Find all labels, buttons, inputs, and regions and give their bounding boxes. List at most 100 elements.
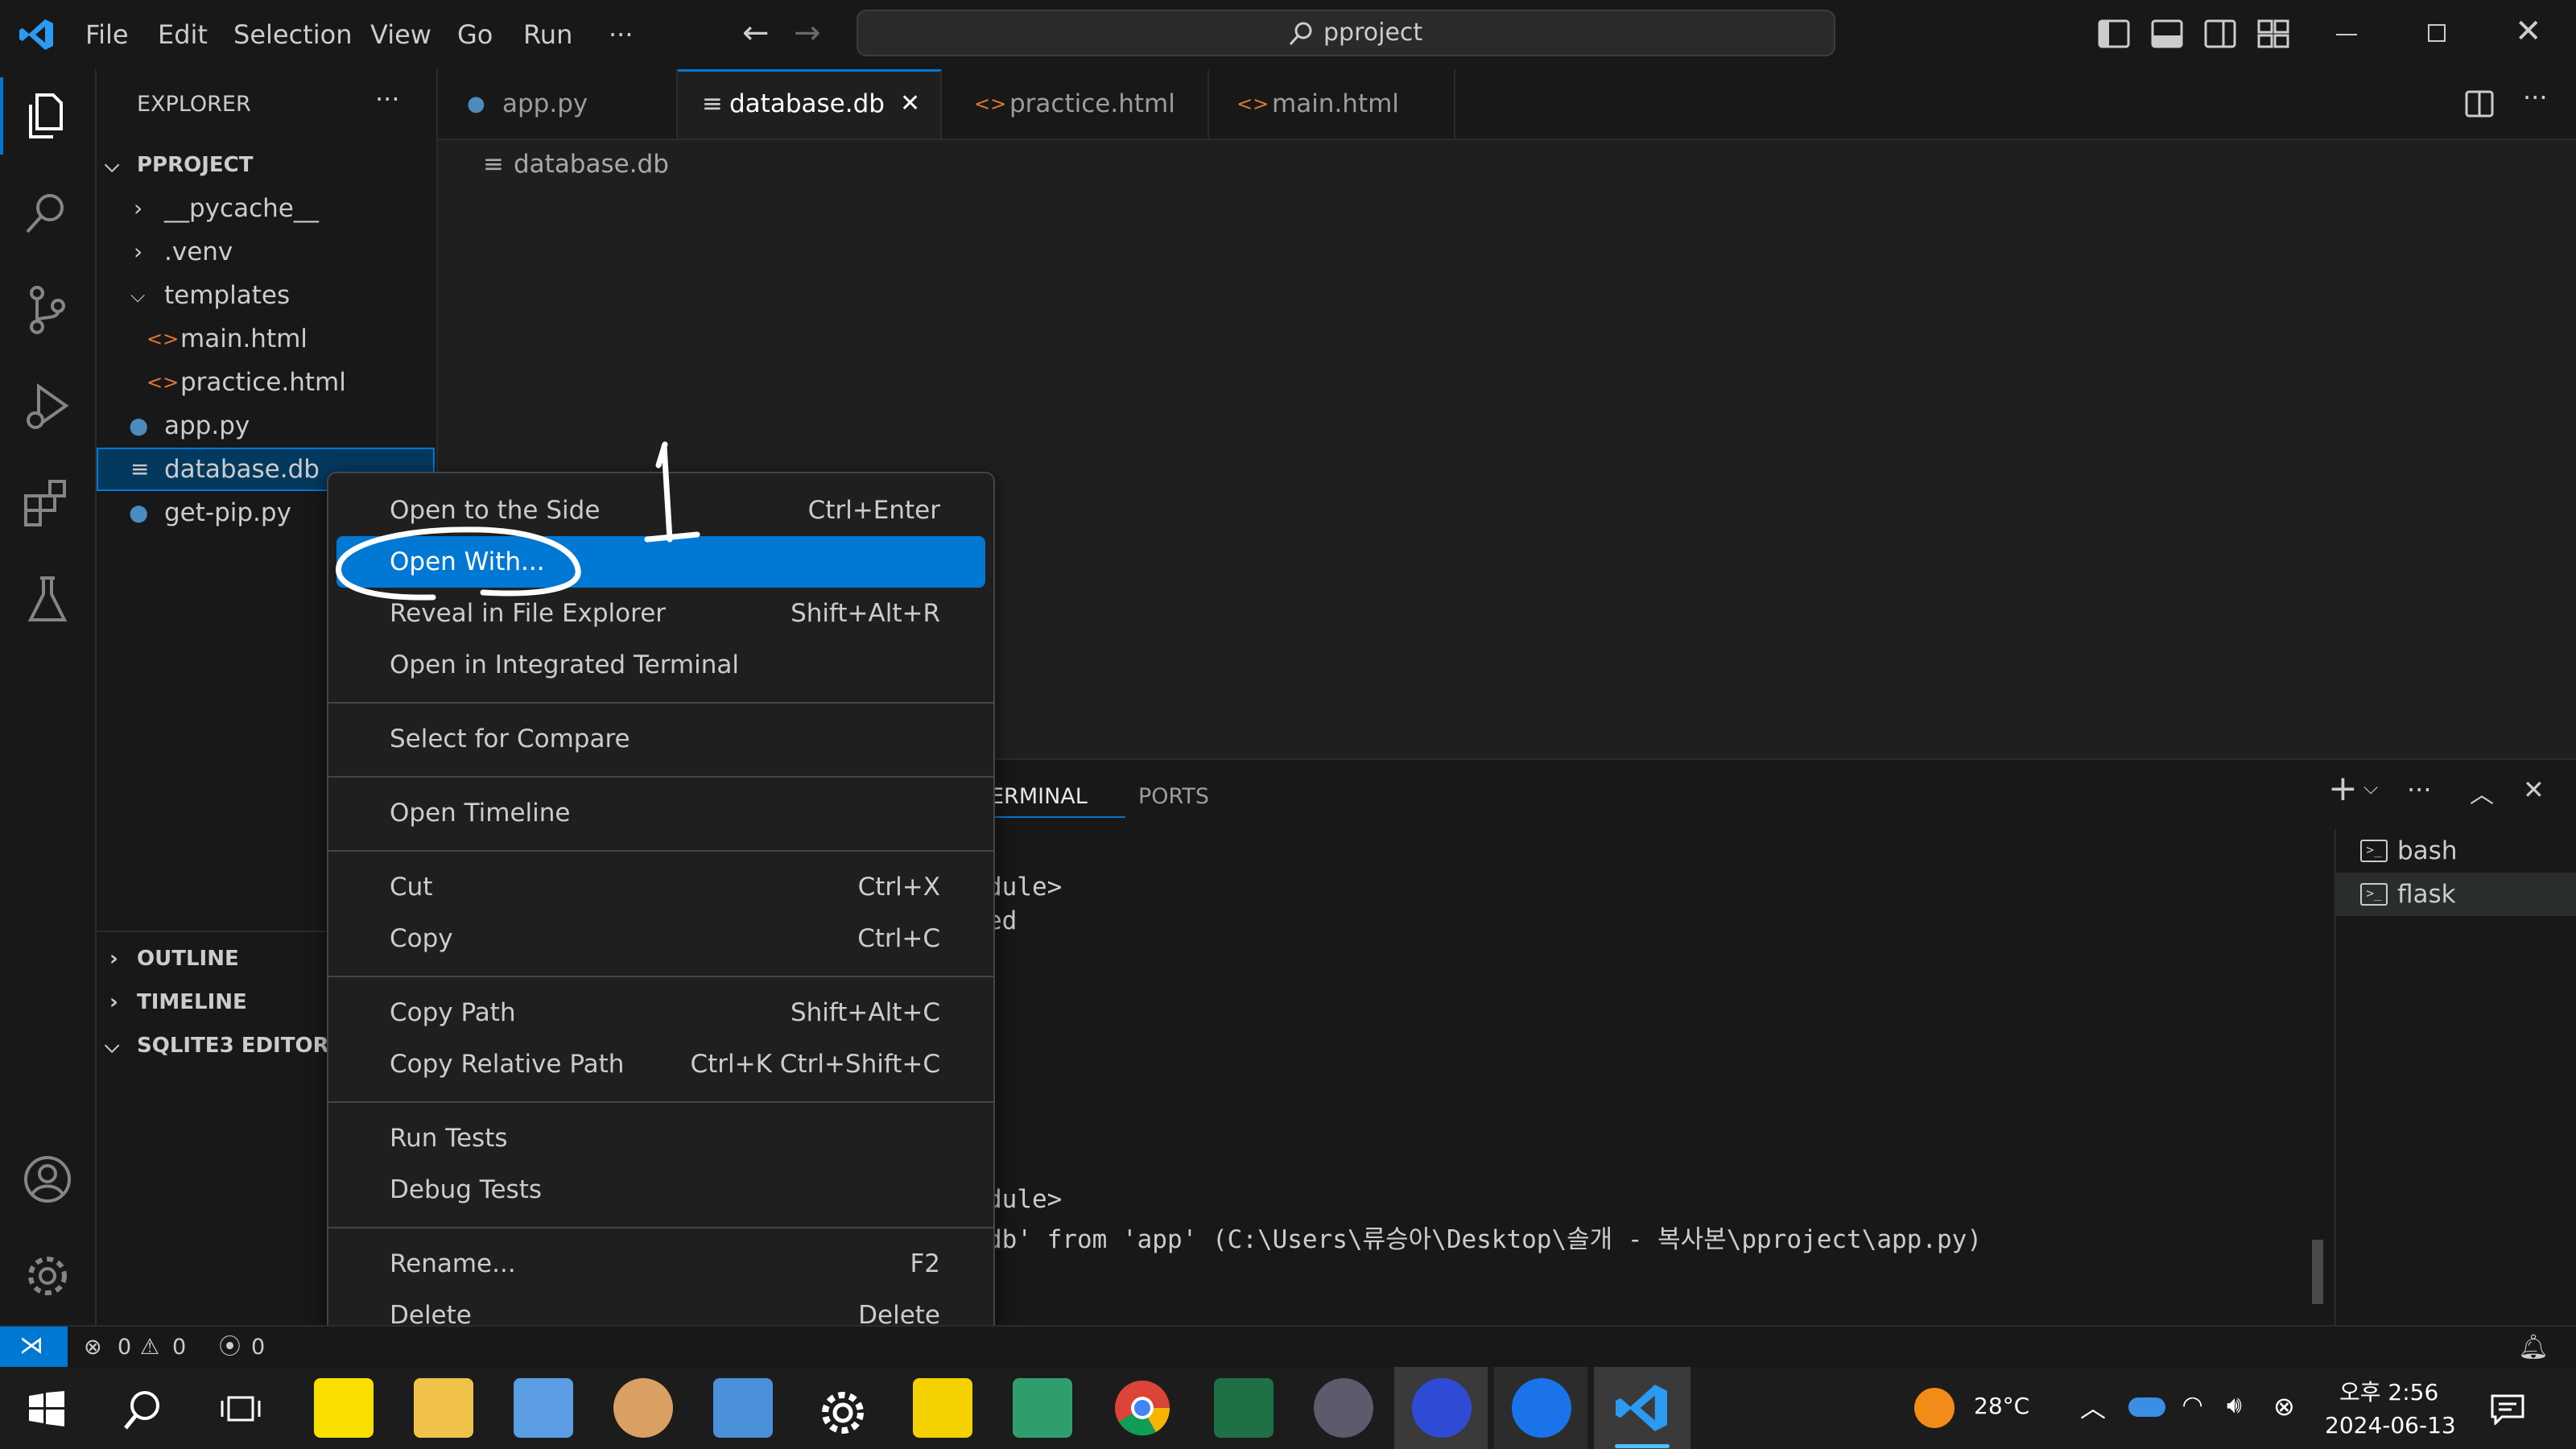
command-center-search[interactable]: pproject	[857, 10, 1835, 56]
notifications-bell-icon[interactable]: 🔔︎	[2518, 1327, 2549, 1368]
task-view-icon[interactable]	[221, 1391, 261, 1426]
run-and-debug-icon[interactable]	[19, 378, 76, 435]
project-folder-header[interactable]: ⌵ PPROJECT	[97, 143, 435, 187]
menu-item-open-timeline[interactable]: Open Timeline	[336, 787, 985, 839]
excel-app-icon[interactable]	[1214, 1378, 1274, 1438]
tailscale-app-icon[interactable]	[1412, 1378, 1472, 1438]
terminal-scrollbar[interactable]	[2312, 1240, 2323, 1304]
ports-count[interactable]: 0	[251, 1327, 265, 1368]
menu-edit[interactable]: Edit	[158, 0, 208, 69]
tray-chevron-up-icon[interactable]: ︿	[2080, 1388, 2106, 1425]
notification-center-icon[interactable]	[2491, 1394, 2524, 1425]
new-terminal-icon[interactable]: +	[2328, 768, 2358, 809]
maximize-panel-icon[interactable]: ︿	[2470, 774, 2494, 810]
remote-indicator[interactable]: ⋊	[0, 1327, 68, 1368]
store-app-icon[interactable]	[1013, 1378, 1072, 1438]
explorer-files-icon[interactable]	[19, 89, 76, 145]
chevron-down-icon[interactable]: ⌵	[2363, 776, 2378, 799]
tree-item-main-html[interactable]: <> main.html	[97, 317, 435, 361]
volume-icon[interactable]: 🔊︎	[2227, 1391, 2242, 1419]
tree-item-templates[interactable]: ⌵ templates	[97, 274, 435, 317]
source-control-icon[interactable]	[19, 282, 76, 338]
terminal-line: dule>	[987, 873, 1063, 902]
toggle-secondary-sidebar-icon[interactable]	[2204, 19, 2236, 48]
tree-item-practice-html[interactable]: <> practice.html	[97, 361, 435, 404]
tab-main-html[interactable]: <> main.html	[1209, 69, 1455, 138]
manage-gear-icon[interactable]	[19, 1248, 76, 1304]
restore-window-icon[interactable]	[2428, 24, 2446, 42]
nav-back-icon[interactable]: ←	[742, 14, 770, 52]
terminal-item-flask[interactable]: >_ flask	[2336, 873, 2576, 916]
editor-more-actions-icon[interactable]: ···	[2523, 82, 2548, 113]
close-window-icon[interactable]: ✕	[2515, 13, 2542, 50]
panel-more-actions-icon[interactable]: ···	[2407, 774, 2432, 805]
toggle-primary-sidebar-icon[interactable]	[2098, 19, 2130, 48]
tab-practice-html[interactable]: <> practice.html	[942, 69, 1209, 138]
close-panel-icon[interactable]: ✕	[2523, 774, 2545, 805]
menu-run[interactable]: Run	[523, 0, 572, 69]
windows-taskbar: 28°C ︿ ◜◝ 🔊︎ ⊗ 오후 2:56 2024-06-13	[0, 1367, 2576, 1449]
menu-item-cut[interactable]: Cut Ctrl+X	[336, 861, 985, 913]
tree-item-venv[interactable]: › .venv	[97, 230, 435, 274]
extensions-icon[interactable]	[19, 475, 76, 531]
kakaotalk-app-icon[interactable]	[314, 1378, 374, 1438]
panel-tab-terminal[interactable]: ERMINAL	[990, 784, 1088, 809]
wifi-icon[interactable]: ◜◝	[2183, 1391, 2202, 1419]
timeline-section-header[interactable]: › TIMELINE	[97, 980, 338, 1024]
ports-icon: ⦿	[219, 1335, 241, 1360]
menu-item-copy-path[interactable]: Copy Path Shift+Alt+C	[336, 987, 985, 1038]
menu-more[interactable]: ···	[609, 0, 634, 69]
tray-status-icon[interactable]: ⊗	[2273, 1391, 2295, 1422]
onedrive-cloud-icon[interactable]	[2128, 1397, 2165, 1417]
close-tab-icon[interactable]: ✕	[900, 72, 920, 136]
customize-layout-icon[interactable]	[2257, 19, 2289, 48]
html-file-icon: <>	[974, 93, 1007, 115]
chevron-down-icon: ⌵	[105, 1034, 120, 1057]
nav-forward-icon[interactable]: →	[794, 14, 821, 52]
remote-desktop-app-icon[interactable]	[713, 1378, 773, 1438]
file-explorer-app-icon[interactable]	[414, 1378, 473, 1438]
search-view-icon[interactable]	[19, 185, 76, 242]
menu-item-rename[interactable]: Rename... F2	[336, 1238, 985, 1290]
maps-app-icon[interactable]	[1512, 1378, 1571, 1438]
menu-file[interactable]: File	[85, 0, 129, 69]
sticky-notes-app-icon[interactable]	[913, 1378, 972, 1438]
explorer-more-button[interactable]: ···	[375, 84, 400, 114]
menu-item-copy-relative-path[interactable]: Copy Relative Path Ctrl+K Ctrl+Shift+C	[336, 1038, 985, 1090]
snipping-tool-app-icon[interactable]	[1314, 1378, 1373, 1438]
tab-app-py[interactable]: ● app.py	[438, 69, 678, 138]
menu-selection[interactable]: Selection	[233, 0, 352, 69]
sqlite3-editor-section-header[interactable]: ⌵ SQLITE3 EDITOR T/	[97, 1024, 358, 1067]
clock-time[interactable]: 오후 2:56	[2339, 1375, 2438, 1407]
windows-start-icon[interactable]	[29, 1391, 64, 1426]
tab-database-db[interactable]: ≡ database.db ✕	[678, 69, 942, 138]
accounts-icon[interactable]	[19, 1151, 76, 1208]
error-count[interactable]: 0	[118, 1327, 131, 1368]
menu-go[interactable]: Go	[457, 0, 493, 69]
panel-tab-ports[interactable]: PORTS	[1138, 784, 1209, 809]
testing-flask-icon[interactable]	[19, 572, 76, 628]
weather-temperature[interactable]: 28°C	[1974, 1393, 2029, 1419]
settings-gear-icon[interactable]	[815, 1385, 871, 1441]
taskbar-search-icon[interactable]	[121, 1388, 164, 1431]
menu-item-open-in-terminal[interactable]: Open in Integrated Terminal	[336, 639, 985, 691]
clock-date[interactable]: 2024-06-13	[2325, 1412, 2456, 1439]
terminal-item-bash[interactable]: >_ bash	[2336, 829, 2576, 873]
vscode-app-icon[interactable]	[1613, 1380, 1670, 1436]
outline-section-header[interactable]: › OUTLINE	[97, 937, 338, 980]
menu-item-debug-tests[interactable]: Debug Tests	[336, 1164, 985, 1216]
menu-item-copy[interactable]: Copy Ctrl+C	[336, 913, 985, 964]
menu-view[interactable]: View	[370, 0, 431, 69]
breadcrumb[interactable]: ≡ database.db	[483, 143, 669, 185]
terminal-icon: >_	[2360, 840, 2388, 862]
paint-app-icon[interactable]	[613, 1378, 673, 1438]
tree-item-pycache[interactable]: › __pycache__	[97, 187, 435, 230]
chrome-app-icon[interactable]	[1113, 1378, 1172, 1438]
toggle-panel-icon[interactable]	[2151, 19, 2183, 48]
warning-count[interactable]: 0	[172, 1327, 186, 1368]
minimize-window-icon[interactable]	[2336, 34, 2357, 35]
menu-item-select-for-compare[interactable]: Select for Compare	[336, 713, 985, 765]
notepad-app-icon[interactable]	[514, 1378, 573, 1438]
split-editor-icon[interactable]	[2465, 90, 2494, 118]
menu-item-run-tests[interactable]: Run Tests	[336, 1113, 985, 1164]
